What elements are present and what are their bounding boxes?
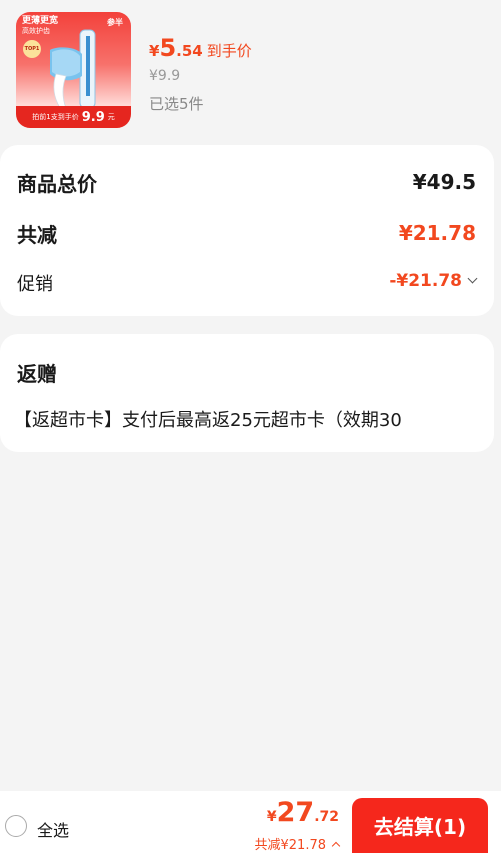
- final-price-tag: 到手价: [206, 42, 252, 60]
- select-all-radio[interactable]: [5, 815, 27, 837]
- promotion-value: -¥21.78: [389, 271, 462, 291]
- promotion-detail-toggle[interactable]: -¥21.78: [389, 271, 478, 291]
- chevron-up-icon: [331, 841, 341, 850]
- final-price: ¥5.54 到手价: [149, 34, 252, 62]
- total-discount: 共减¥21.78: [254, 838, 327, 853]
- reduction-label: 共减: [17, 223, 57, 247]
- checkout-page: 更薄更宽 高效护齿 参半 TOP1 拍前1支到手价 9.9 元 ¥5.54 到手价…: [0, 0, 501, 853]
- select-all-label[interactable]: 全选: [37, 817, 69, 841]
- promotion-label: 促销: [17, 274, 53, 295]
- product-thumbnail[interactable]: 更薄更宽 高效护齿 参半 TOP1 拍前1支到手价 9.9 元: [16, 12, 131, 128]
- gift-card: 返赠 【返超市卡】支付后最高返25元超市卡（效期30: [0, 334, 494, 452]
- total-discount-toggle[interactable]: 共减¥21.78: [254, 834, 341, 853]
- chevron-down-icon: [467, 273, 478, 284]
- original-price: ¥9.9: [149, 68, 181, 84]
- selected-quantity: 已选5件: [149, 95, 204, 113]
- checkout-bar: 全选 ¥27.72 共减¥21.78 去结算(1): [0, 791, 501, 853]
- product-item[interactable]: 更薄更宽 高效护齿 参半 TOP1 拍前1支到手价 9.9 元 ¥5.54 到手价…: [0, 0, 501, 140]
- reduction-value: ¥21.78: [398, 221, 476, 245]
- thumbnail-price-strip: 拍前1支到手价 9.9 元: [16, 106, 131, 128]
- checkout-button[interactable]: 去结算(1): [352, 798, 488, 853]
- gift-description: 【返超市卡】支付后最高返25元超市卡（效期30: [14, 410, 402, 431]
- gift-title: 返赠: [17, 362, 57, 386]
- goods-total-label: 商品总价: [17, 172, 97, 196]
- total-price: ¥27.72: [266, 797, 339, 828]
- goods-total-value: ¥49.5: [412, 170, 476, 194]
- price-summary-card: 商品总价 ¥49.5 共减 ¥21.78 促销 -¥21.78: [0, 145, 494, 316]
